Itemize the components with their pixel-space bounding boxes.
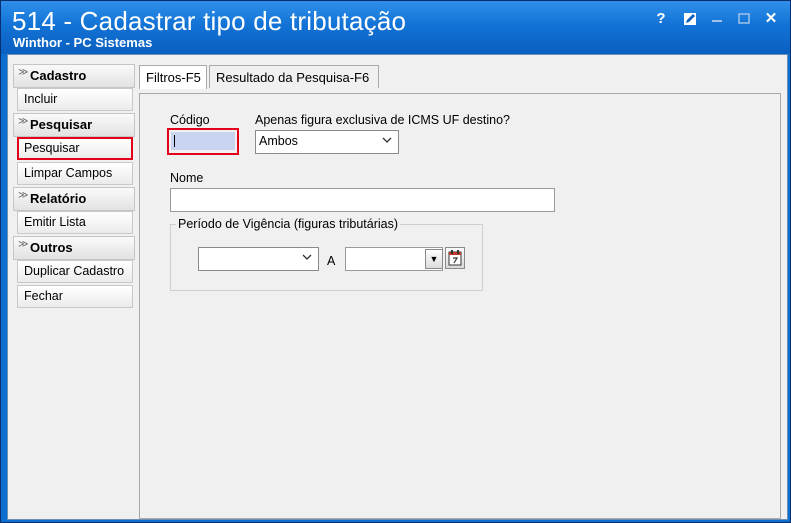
edit-window-button[interactable] (680, 10, 700, 28)
chevron-down-icon: ≫ (18, 116, 29, 127)
sidebar-item-label: Pesquisar (24, 141, 80, 155)
sidebar-group-pesquisar[interactable]: ≫ Pesquisar (13, 113, 135, 137)
help-button[interactable]: ? (651, 10, 671, 28)
sidebar-group-label: Cadastro (30, 68, 87, 83)
tab-label: Filtros-F5 (146, 70, 201, 85)
incluir-button[interactable]: Incluir (17, 88, 133, 111)
tab-filtros[interactable]: Filtros-F5 (139, 65, 207, 89)
minimize-icon (712, 20, 722, 22)
icms-selected-value: Ambos (259, 134, 298, 148)
caret-down-icon: ▼ (429, 254, 439, 264)
sidebar-item-label: Fechar (24, 289, 63, 303)
sidebar-group-label: Outros (30, 240, 73, 255)
nome-input[interactable] (170, 188, 555, 212)
icms-select[interactable]: Ambos (255, 130, 399, 154)
maximize-icon (738, 13, 750, 24)
chevron-down-icon: ≫ (18, 239, 29, 250)
sidebar-group-outros[interactable]: ≫ Outros (13, 236, 135, 260)
pencil-icon (684, 13, 696, 25)
sidebar-item-label: Emitir Lista (24, 215, 86, 229)
minimize-button[interactable] (707, 10, 727, 28)
close-icon: ✕ (764, 10, 778, 27)
sidebar-item-label: Incluir (24, 92, 58, 106)
tab-label: Resultado da Pesquisa-F6 (216, 70, 370, 85)
pesquisar-button[interactable]: Pesquisar (17, 137, 133, 160)
fechar-button[interactable]: Fechar (17, 285, 133, 308)
filters-panel: Código Apenas figura exclusiva de ICMS U… (139, 93, 781, 519)
nome-label: Nome (170, 171, 204, 185)
codigo-label: Código (170, 113, 210, 127)
sidebar-group-relatorio[interactable]: ≫ Relatório (13, 187, 135, 211)
text-cursor (174, 135, 175, 147)
vigencia-from-select[interactable] (198, 247, 319, 271)
icms-label: Apenas figura exclusiva de ICMS UF desti… (255, 113, 510, 127)
chevron-down-icon: ≫ (18, 67, 29, 78)
sidebar-item-label: Limpar Campos (24, 166, 113, 180)
close-button[interactable]: ✕ (761, 10, 781, 28)
vigencia-separator: A (327, 254, 336, 268)
sidebar-group-label: Pesquisar (30, 117, 93, 132)
calendar-button[interactable] (445, 247, 465, 269)
sidebar-item-label: Duplicar Cadastro (24, 264, 125, 278)
help-icon: ? (656, 10, 666, 27)
app-window: 514 - Cadastrar tipo de tributação Winth… (0, 0, 791, 523)
maximize-button[interactable] (734, 10, 754, 28)
limpar-campos-button[interactable]: Limpar Campos (17, 162, 133, 185)
title-bar[interactable]: 514 - Cadastrar tipo de tributação Winth… (1, 1, 790, 54)
vigencia-to-dropdown-button[interactable]: ▼ (425, 249, 443, 269)
sidebar-group-cadastro[interactable]: ≫ Cadastro (13, 64, 135, 88)
chevron-down-icon (382, 135, 392, 148)
vigencia-title: Período de Vigência (figuras tributárias… (176, 217, 401, 231)
codigo-input[interactable] (171, 132, 235, 150)
client-area: ≫ Cadastro Incluir ≫ Pesquisar Pesquisar… (7, 54, 788, 520)
chevron-down-icon: ≫ (18, 190, 29, 201)
sidebar: ≫ Cadastro Incluir ≫ Pesquisar Pesquisar… (13, 64, 135, 308)
sidebar-group-label: Relatório (30, 191, 87, 206)
chevron-down-icon (302, 252, 312, 265)
emitir-lista-button[interactable]: Emitir Lista (17, 211, 133, 234)
window-title: 514 - Cadastrar tipo de tributação (12, 6, 407, 36)
tab-resultado-pesquisa[interactable]: Resultado da Pesquisa-F6 (209, 65, 379, 88)
calendar-icon (448, 250, 462, 266)
duplicar-cadastro-button[interactable]: Duplicar Cadastro (17, 260, 133, 283)
window-subtitle: Winthor - PC Sistemas (13, 35, 153, 50)
